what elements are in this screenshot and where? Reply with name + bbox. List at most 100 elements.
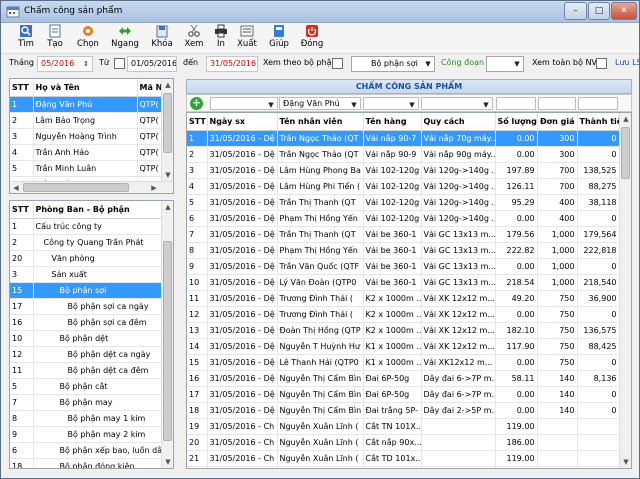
- from-date-input[interactable]: 01/05/2016: [127, 56, 177, 72]
- grid-row[interactable]: 14 31/05/2016 - Dệ Nguyễn T Huỳnh Hư K1 x 1…: [187, 338, 620, 355]
- department-row[interactable]: 8 Bộ phận may 1 kim: [10, 410, 164, 427]
- grid-col-price[interactable]: Đơn giá: [537, 113, 578, 131]
- department-row[interactable]: 7 Bộ phận may: [10, 394, 164, 411]
- grid-scroll-thumb[interactable]: [621, 127, 630, 179]
- grid-row[interactable]: 10 31/05/2016 - Dệ Lý Văn Đoàn (QTP0 Vải be…: [187, 274, 620, 291]
- filter-quantity-input[interactable]: [496, 97, 536, 110]
- employee-col-code[interactable]: Mã N: [137, 79, 164, 97]
- chevron-down-icon[interactable]: ▼: [266, 99, 276, 109]
- department-row[interactable]: 11 Bộ phận dệt ca đêm: [10, 362, 164, 379]
- employee-hscroll-thumb[interactable]: [23, 183, 129, 192]
- filter-amount-input[interactable]: [578, 97, 618, 110]
- filter-date-select[interactable]: ▼: [210, 97, 278, 110]
- add-row-button[interactable]: +: [190, 97, 203, 110]
- scroll-left-icon[interactable]: ◀: [10, 182, 22, 193]
- title-bar[interactable]: Chấm công sản phẩm – □ ✕: [1, 1, 639, 23]
- new-button[interactable]: Tạo: [43, 24, 67, 53]
- grid-row[interactable]: 17 31/05/2016 - Dệ Nguyễn Thị Cẩm Bìn Đai 6…: [187, 386, 620, 403]
- horizontal-button[interactable]: Ngang: [110, 24, 140, 53]
- grid-row[interactable]: 2231/05/2016 - ChNguyễn Xuân Lĩnh (Cắt T…: [187, 466, 620, 468]
- department-row[interactable]: 16 Bộ phận sợi ca đêm: [10, 314, 164, 331]
- view-by-department-checkbox[interactable]: [332, 58, 343, 69]
- month-input[interactable]: 05/2016 ⇕: [37, 56, 93, 72]
- grid-row[interactable]: 21 31/05/2016 - Ch Nguyễn Xuân Lĩnh (Cắt T…: [187, 450, 620, 467]
- scroll-down-icon[interactable]: ▼: [162, 456, 173, 468]
- maximize-button[interactable]: □: [588, 2, 610, 20]
- department-col-stt[interactable]: STT: [10, 201, 34, 219]
- view-all-employees-checkbox[interactable]: [596, 58, 607, 69]
- grid-row[interactable]: 11 31/05/2016 - Dệ Trương Đình Thái (K2 x …: [187, 290, 620, 307]
- print-button[interactable]: In: [211, 24, 231, 53]
- grid-row[interactable]: 6 31/05/2016 - Dệ Phạm Thị Hồng Yến Vải 102…: [187, 210, 620, 227]
- department-row[interactable]: 20 Văn phòng: [10, 250, 164, 267]
- grid-row[interactable]: 7 31/05/2016 - Dệ Trần Thị Thanh (QT Vải be…: [187, 226, 620, 243]
- view-button[interactable]: Xem: [182, 24, 206, 53]
- filter-price-input[interactable]: [538, 97, 576, 110]
- scroll-up-icon[interactable]: ▲: [620, 113, 631, 125]
- employee-row[interactable]: 4 Trần Anh Hảo QTP(: [10, 144, 164, 161]
- chevron-down-icon[interactable]: ▼: [481, 99, 491, 109]
- employee-vertical-scrollbar[interactable]: ▲ ▼: [161, 79, 173, 181]
- chevron-down-icon[interactable]: ▼: [349, 99, 359, 109]
- grid-row[interactable]: 9 31/05/2016 - Dệ Trần Văn Quốc (QTF Vải be…: [187, 258, 620, 275]
- scroll-down-icon[interactable]: ▼: [162, 169, 173, 181]
- department-row[interactable]: 5 Bộ phận cắt: [10, 378, 164, 395]
- department-scroll-thumb[interactable]: [163, 241, 172, 441]
- grid-vertical-scrollbar[interactable]: ▲ ▼: [619, 113, 631, 468]
- department-row[interactable]: 1 Cấu trúc công ty: [10, 218, 164, 235]
- grid-row[interactable]: 20 31/05/2016 - Ch Nguyễn Xuân Lĩnh (Cắt n…: [187, 434, 620, 451]
- department-col-name[interactable]: Phòng Ban - Bộ phận: [33, 201, 164, 219]
- grid-row[interactable]: 12 31/05/2016 - Dệ Trương Đình Thái (K2 x …: [187, 306, 620, 323]
- department-row[interactable]: 9 Bộ phận may 2 kim: [10, 426, 164, 443]
- department-select[interactable]: Bộ phận sợi ▼: [351, 56, 435, 72]
- employee-col-stt[interactable]: STT: [10, 79, 34, 97]
- department-row[interactable]: 2 Công ty Quang Trần Phát: [10, 234, 164, 251]
- scroll-up-icon[interactable]: ▲: [162, 201, 173, 213]
- grid-row[interactable]: 8 31/05/2016 - Dệ Phạm Thị Hồng Yến Vải be …: [187, 242, 620, 259]
- grid-row[interactable]: 19 31/05/2016 - Ch Nguyễn Xuân Lĩnh (Cắt T…: [187, 418, 620, 435]
- grid-row[interactable]: 3 31/05/2016 - Dệ Lâm Hùng Phong Ba Vải 102…: [187, 162, 620, 179]
- minimize-button[interactable]: –: [564, 2, 587, 20]
- to-date-input[interactable]: 31/05/2016: [206, 56, 258, 72]
- stage-select[interactable]: ▼: [486, 56, 524, 72]
- grid-row[interactable]: 18 31/05/2016 - Dệ Nguyễn Thị Cẩm Bìn Đai t…: [187, 402, 620, 419]
- grid-row[interactable]: 5 31/05/2016 - Dệ Trần Thị Thanh (QT Vải 10…: [187, 194, 620, 211]
- grid-row[interactable]: 1 31/05/2016 - Dệ Trần Ngọc Thảo (QT Vải nắ…: [187, 130, 620, 147]
- filter-spec-select[interactable]: ▼: [421, 97, 493, 110]
- department-vertical-scrollbar[interactable]: ▲ ▼: [161, 201, 173, 468]
- employee-row[interactable]: 3 Nguyễn Hoàng Trình QTP(: [10, 128, 164, 145]
- grid-row[interactable]: 13 31/05/2016 - Dệ Đoàn Thị Hồng (QTP K2 x …: [187, 322, 620, 339]
- employee-scroll-thumb[interactable]: [163, 93, 172, 153]
- grid-row[interactable]: 4 31/05/2016 - Dệ Lâm Hùng Phi Tiến (Vải 1…: [187, 178, 620, 195]
- grid-col-stt[interactable]: STT: [187, 113, 208, 131]
- month-spin-icon[interactable]: ⇕: [81, 58, 91, 70]
- select-button[interactable]: Chọn: [74, 24, 102, 53]
- department-row[interactable]: 10 Bộ phận dệt: [10, 330, 164, 347]
- grid-col-quantity[interactable]: Số lượng: [495, 113, 538, 131]
- chevron-down-icon[interactable]: ▼: [407, 99, 417, 109]
- filter-product-select[interactable]: ▼: [363, 97, 419, 110]
- grid-col-employee[interactable]: Tên nhân viên: [277, 113, 364, 131]
- scroll-up-icon[interactable]: ▲: [162, 79, 173, 91]
- filter-employee-select[interactable]: Đặng Văn Phú ▼: [279, 97, 361, 110]
- export-button[interactable]: Xuất: [236, 24, 258, 53]
- department-row[interactable]: 15 Bộ phận sợi: [10, 282, 164, 299]
- grid-col-spec[interactable]: Quy cách: [421, 113, 496, 131]
- grid-row[interactable]: 16 31/05/2016 - Dệ Nguyễn Thị Cẩm Bìn Đai 6…: [187, 370, 620, 387]
- department-row[interactable]: 17 Bộ phận sợi ca ngày: [10, 298, 164, 315]
- production-grid[interactable]: STT Ngày sx Tên nhân viên Tên hàng Quy c…: [186, 112, 632, 469]
- grid-col-date[interactable]: Ngày sx: [207, 113, 278, 131]
- close-button[interactable]: ✕: [611, 2, 637, 20]
- employee-row[interactable]: 5 Trần Minh Luân QTP(: [10, 160, 164, 177]
- employee-col-name[interactable]: Họ và Tên: [33, 79, 138, 97]
- chevron-down-icon[interactable]: ▼: [423, 58, 433, 70]
- close-form-button[interactable]: Đóng: [298, 24, 326, 53]
- lock-button[interactable]: Khóa: [149, 24, 175, 53]
- find-button[interactable]: Tìm: [14, 24, 38, 53]
- department-row[interactable]: 12 Bộ phận dệt ca ngày: [10, 346, 164, 363]
- department-row[interactable]: 18 Bộ phận đóng kiện: [10, 458, 164, 468]
- grid-col-amount[interactable]: Thành tiền: [577, 113, 620, 131]
- employee-row[interactable]: 2 Lâm Bảo Trọng QTP(: [10, 112, 164, 129]
- grid-row[interactable]: 15 31/05/2016 - Dệ Lê Thanh Hải (QTP0 K1 x …: [187, 354, 620, 371]
- from-date-checkbox[interactable]: [114, 58, 125, 69]
